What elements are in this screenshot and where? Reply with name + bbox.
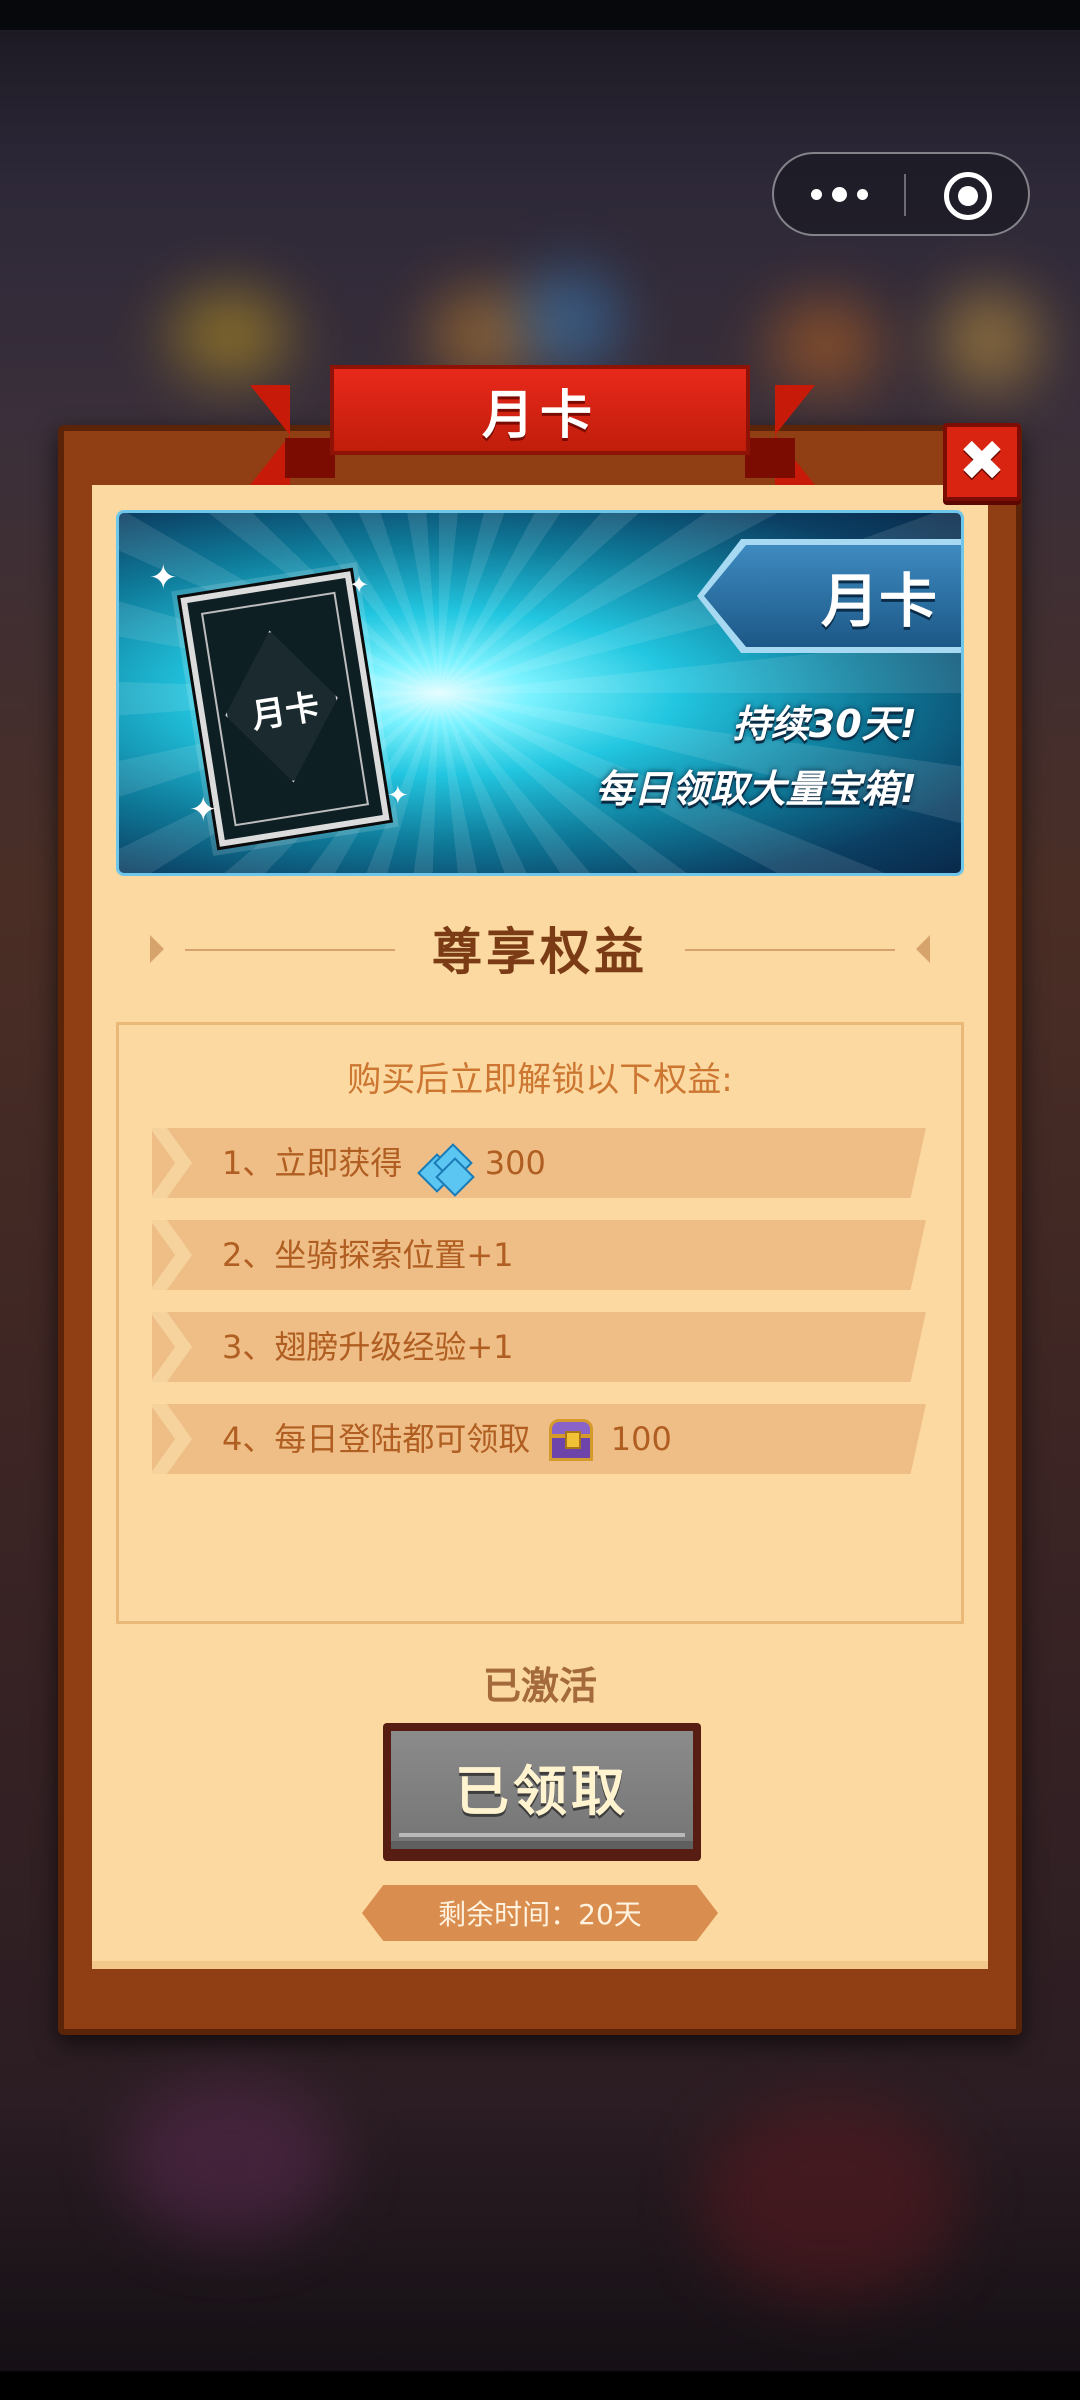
benefit-text: 1、立即获得 xyxy=(222,1144,403,1182)
banner-line-1: 持续30天! xyxy=(732,702,917,746)
ribbon-fold-right xyxy=(745,438,795,478)
claim-button-label: 已领取 xyxy=(455,1759,629,1823)
benefit-item: 2、坐骑探索位置+1 xyxy=(152,1220,926,1290)
claim-button[interactable]: 已领取 xyxy=(383,1723,701,1861)
activation-status: 已激活 xyxy=(482,1664,597,1708)
benefit-item: 4、每日登陆都可领取 100 xyxy=(152,1404,926,1474)
benefit-amount: 100 xyxy=(610,1420,672,1458)
remaining-time: 剩余时间：20天 xyxy=(438,1898,642,1931)
chevron-right-icon xyxy=(152,1312,192,1382)
target-circle-icon[interactable] xyxy=(944,172,992,220)
sparkle-icon: ✦ xyxy=(387,781,409,811)
modal-title-ribbon: 月卡 xyxy=(330,365,750,455)
section-triangle-right xyxy=(916,935,930,963)
more-dots-icon[interactable] xyxy=(774,154,904,234)
benefit-item: 1、立即获得 300 xyxy=(152,1128,926,1198)
sparkle-icon: ✦ xyxy=(349,571,370,599)
benefit-amount: 300 xyxy=(484,1144,546,1182)
chevron-right-icon xyxy=(152,1128,192,1198)
benefit-item: 3、翅膀升级经验+1 xyxy=(152,1312,926,1382)
benefit-text: 4、每日登陆都可领取 xyxy=(222,1420,531,1458)
benefits-intro: 购买后立即解锁以下权益: xyxy=(347,1060,733,1100)
section-divider-right xyxy=(685,949,895,951)
banner-tag-label: 月卡 xyxy=(820,567,937,635)
status-bar xyxy=(0,0,1080,30)
modal-title: 月卡 xyxy=(481,385,598,446)
ribbon-fold-left xyxy=(285,438,335,478)
chevron-right-icon xyxy=(152,1404,192,1474)
capsule-divider xyxy=(904,174,906,216)
close-button[interactable]: ✖ xyxy=(943,423,1021,501)
sparkle-icon: ✦ xyxy=(189,790,218,830)
ribbon-tail-left xyxy=(250,385,290,485)
close-x-icon: ✖ xyxy=(958,429,1006,494)
benefit-text: 2、坐骑探索位置+1 xyxy=(222,1236,514,1274)
chest-icon xyxy=(547,1419,595,1463)
gem-icon xyxy=(416,1143,475,1197)
sparkle-icon: ✦ xyxy=(149,558,178,598)
remaining-time-badge: 剩余时间：20天 xyxy=(362,1885,718,1941)
banner-line-2: 每日领取大量宝箱! xyxy=(595,767,917,811)
benefit-text: 3、翅膀升级经验+1 xyxy=(222,1328,514,1366)
chevron-right-icon xyxy=(152,1220,192,1290)
monthly-card-banner: 月卡 ✦ ✦ ✦ ✦ 月卡 持续30天! 每日领取大量宝箱! xyxy=(116,510,964,876)
banner-tag: 月卡 xyxy=(704,545,961,647)
mini-program-capsule xyxy=(772,152,1030,236)
